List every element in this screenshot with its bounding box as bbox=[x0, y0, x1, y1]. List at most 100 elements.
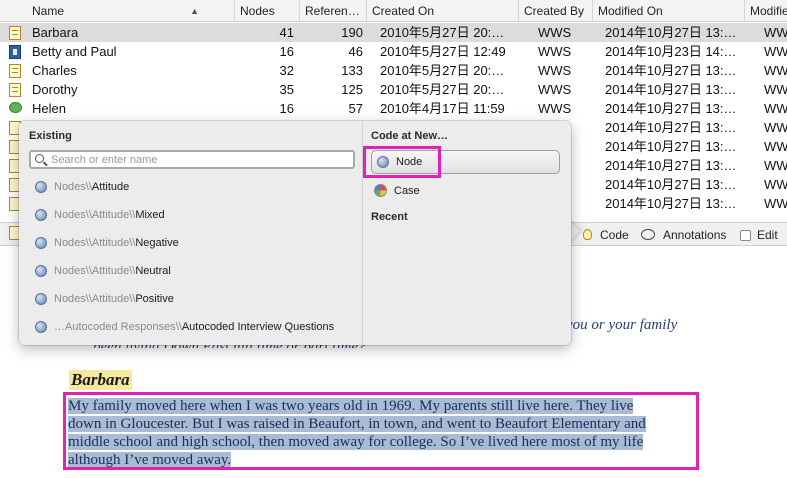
row-created-on: 2010年5月27日 12:49 bbox=[380, 44, 506, 59]
speaker-label: Barbara bbox=[69, 370, 132, 390]
row-modified-by: WW bbox=[764, 196, 787, 211]
row-modified-by: WW bbox=[764, 177, 787, 192]
node-path-prefix: Nodes\\ bbox=[54, 181, 92, 193]
row-modified-by: WW bbox=[764, 120, 787, 135]
row-modified-by: WW bbox=[764, 82, 787, 97]
row-created-by: WWS bbox=[538, 25, 572, 40]
table-row[interactable]: Dorothy 35 125 2010年5月27日 20:… WWS 2014年… bbox=[0, 80, 787, 99]
speech-bubble-icon bbox=[641, 229, 655, 240]
row-references: 125 bbox=[341, 82, 363, 97]
node-icon bbox=[35, 237, 47, 249]
row-nodes: 41 bbox=[279, 25, 294, 40]
edit-checkbox[interactable]: Edit bbox=[740, 227, 785, 243]
table-row[interactable]: Barbara 41 190 2010年5月27日 20:… WWS 2014年… bbox=[0, 23, 787, 42]
row-created-by: WWS bbox=[538, 101, 572, 116]
code-button[interactable]: Code bbox=[583, 227, 631, 243]
annotations-button[interactable]: Annotations bbox=[641, 227, 733, 243]
column-header-created-on[interactable]: Created On bbox=[366, 0, 518, 22]
column-header-label: Modified On bbox=[598, 4, 663, 18]
node-path-prefix: Nodes\\Attitude\\ bbox=[54, 237, 136, 249]
row-created-by: WWS bbox=[538, 63, 572, 78]
row-name: Charles bbox=[32, 63, 77, 78]
row-modified-by: WW bbox=[764, 44, 787, 59]
code-at-new-heading: Code at New… bbox=[371, 130, 449, 142]
row-name: Helen bbox=[32, 101, 66, 116]
column-header-created-by[interactable]: Created By bbox=[518, 0, 592, 22]
column-header-references[interactable]: Referen… bbox=[299, 0, 366, 22]
column-header-label: Created By bbox=[524, 4, 585, 18]
search-icon bbox=[35, 154, 44, 163]
case-icon bbox=[374, 184, 387, 197]
annotations-label: Annotations bbox=[663, 228, 727, 242]
row-nodes: 35 bbox=[279, 82, 294, 97]
row-modified-on: 2014年10月27日 13:… bbox=[605, 120, 737, 135]
row-nodes: 16 bbox=[279, 101, 294, 116]
new-case-button[interactable]: Case bbox=[374, 184, 524, 198]
node-name: Positive bbox=[135, 293, 174, 305]
document-icon bbox=[9, 64, 21, 78]
row-created-on: 2010年4月17日 11:59 bbox=[380, 101, 505, 116]
node-name: Neutral bbox=[135, 265, 171, 277]
node-path-prefix: …Autocoded Responses\\ bbox=[54, 321, 182, 333]
selection-highlight-outline bbox=[63, 392, 699, 470]
column-header-name[interactable]: Name ▲ bbox=[27, 0, 205, 22]
node-path-prefix: Nodes\\Attitude\\ bbox=[54, 209, 136, 221]
sort-ascending-icon: ▲ bbox=[190, 6, 199, 16]
new-case-label: Case bbox=[394, 185, 420, 197]
table-row[interactable]: Charles 32 133 2010年5月27日 20:… WWS 2014年… bbox=[0, 61, 787, 80]
node-name: Autocoded Interview Questions bbox=[181, 321, 335, 333]
document-icon bbox=[9, 83, 21, 97]
column-header-modified-by[interactable]: Modifie bbox=[744, 0, 787, 22]
row-created-by: WWS bbox=[538, 44, 572, 59]
node-icon bbox=[35, 265, 47, 277]
node-name: Mixed bbox=[135, 209, 165, 221]
row-modified-by: WW bbox=[764, 158, 787, 173]
row-references: 133 bbox=[341, 63, 363, 78]
row-references: 46 bbox=[348, 44, 363, 59]
row-modified-on: 2014年10月27日 13:… bbox=[605, 63, 737, 78]
column-header-modified-on[interactable]: Modified On bbox=[592, 0, 744, 22]
column-header-label: Created On bbox=[372, 4, 435, 18]
existing-heading: Existing bbox=[29, 130, 72, 142]
node-path-prefix: Nodes\\Attitude\\ bbox=[54, 293, 136, 305]
row-name: Betty and Paul bbox=[32, 44, 117, 59]
row-modified-on: 2014年10月27日 13:… bbox=[605, 25, 737, 40]
node-icon bbox=[35, 181, 47, 193]
table-header: Name ▲ Nodes Referen… Created On Created… bbox=[0, 0, 787, 22]
column-header-label: Nodes bbox=[240, 4, 275, 18]
row-created-on: 2010年5月27日 20:… bbox=[380, 25, 505, 40]
column-header-nodes[interactable]: Nodes bbox=[234, 0, 299, 22]
row-modified-by: WW bbox=[764, 101, 787, 116]
row-modified-on: 2014年10月23日 14:… bbox=[605, 44, 737, 59]
document-icon bbox=[9, 26, 21, 40]
row-created-on: 2010年5月27日 20:… bbox=[380, 63, 505, 78]
node-name: Attitude bbox=[91, 181, 130, 193]
edit-label: Edit bbox=[757, 228, 778, 242]
row-name: Barbara bbox=[32, 25, 79, 40]
row-modified-by: WW bbox=[764, 25, 787, 40]
table-row[interactable]: Helen 16 57 2010年4月17日 11:59 WWS 2014年10… bbox=[0, 99, 787, 118]
node-search-field[interactable] bbox=[29, 150, 355, 169]
row-references: 190 bbox=[341, 25, 363, 40]
node-path-prefix: Nodes\\Attitude\\ bbox=[54, 265, 136, 277]
code-label: Code bbox=[600, 228, 629, 242]
row-modified-on: 2014年10月27日 13:… bbox=[605, 82, 737, 97]
row-modified-on: 2014年10月27日 13:… bbox=[605, 177, 737, 192]
lightbulb-icon bbox=[583, 229, 592, 240]
table-row[interactable]: Betty and Paul 16 46 2010年5月27日 12:49 WW… bbox=[0, 42, 787, 61]
node-icon bbox=[35, 321, 47, 333]
column-header-label: Name bbox=[32, 4, 65, 18]
video-icon bbox=[9, 45, 21, 59]
row-modified-on: 2014年10月27日 13:… bbox=[605, 196, 737, 211]
row-modified-by: WW bbox=[764, 139, 787, 154]
code-popover: Existing Nodes\\Attitude Nodes\\Attitude… bbox=[19, 121, 571, 345]
row-modified-on: 2014年10月27日 13:… bbox=[605, 158, 737, 173]
row-nodes: 32 bbox=[279, 63, 294, 78]
search-input[interactable] bbox=[51, 152, 351, 167]
row-name: Dorothy bbox=[32, 82, 78, 97]
row-modified-on: 2014年10月27日 13:… bbox=[605, 101, 737, 116]
node-button-highlight-outline bbox=[363, 146, 441, 178]
row-created-by: WWS bbox=[538, 82, 572, 97]
node-name: Negative bbox=[135, 237, 179, 249]
row-nodes: 16 bbox=[279, 44, 294, 59]
